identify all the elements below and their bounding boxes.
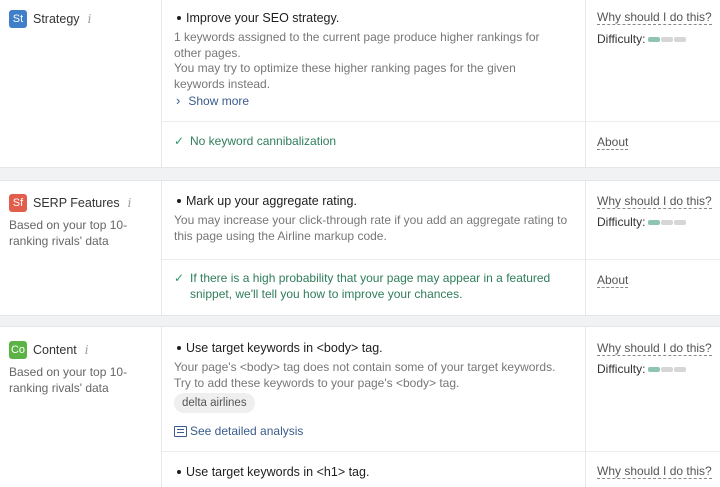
recommendation-description: Your page's <body> tag does not contain … [174,360,556,390]
column-divider [585,181,586,315]
difficulty-bar [661,219,674,225]
difficulty-indicator: Difficulty: [597,32,687,46]
document-icon [174,425,187,437]
difficulty-bar [661,36,674,42]
content-badge: Co [9,340,27,359]
difficulty-label: Difficulty: [597,362,646,376]
show-more-label: Show more [188,93,250,108]
info-icon[interactable]: i [128,196,132,210]
category-content: Co Content i Based on your top 10-rankin… [9,340,159,396]
recommendation-h1-keywords: Use target keywords in <h1> tag. [174,464,569,480]
difficulty-bars [648,36,687,42]
serp-features-section: Sf SERP Features i Based on your top 10-… [0,181,720,315]
check-no-cannibalization: ✓ No keyword cannibalization [174,134,574,150]
category-strategy: St Strategy i [9,9,159,28]
checkmark-icon: ✓ [174,134,185,148]
difficulty-bar [674,366,687,372]
column-divider [161,327,162,487]
chevron-right-icon: › [176,93,181,108]
show-more-button[interactable]: › Show more [176,93,249,108]
check-text: No keyword cannibalization [190,134,337,148]
difficulty-bar [648,366,661,372]
difficulty-bar [674,36,687,42]
bullet-icon [177,469,181,474]
column-divider [161,181,162,315]
see-detailed-analysis-link[interactable]: See detailed analysis [174,424,303,438]
recommendation-title: Use target keywords in <body> tag. [174,340,569,356]
serp-badge: Sf [9,193,27,212]
row-divider [162,121,720,122]
why-do-this-link[interactable]: Why should I do this? [597,10,712,25]
difficulty-indicator: Difficulty: [597,215,687,229]
recommendation-improve-seo: Improve your SEO strategy. 1 keywords as… [174,10,569,92]
column-divider [161,0,162,167]
why-do-this-link[interactable]: Why should I do this? [597,464,712,479]
category-title: Content [33,342,77,357]
difficulty-label: Difficulty: [597,215,646,229]
keyword-chip: delta airlines [174,393,255,413]
about-link[interactable]: About [597,135,629,150]
check-featured-snippet: ✓ If there is a high probability that yo… [174,271,579,302]
content-section: Co Content i Based on your top 10-rankin… [0,327,720,487]
recommendation-body-keywords: Use target keywords in <body> tag. Your … [174,340,569,391]
recommendation-title: Use target keywords in <h1> tag. [174,464,569,480]
why-do-this-link[interactable]: Why should I do this? [597,194,712,209]
difficulty-bar [648,36,661,42]
strategy-section: St Strategy i Improve your SEO strategy.… [0,0,720,167]
row-divider [162,451,720,452]
difficulty-bar [674,219,687,225]
difficulty-bars [648,219,687,225]
strategy-badge: St [9,9,27,28]
recommendation-description: You may increase your click-through rate… [174,213,568,243]
difficulty-bar [648,219,661,225]
recommendation-description: 1 keywords assigned to the current page … [174,30,540,91]
category-title: Strategy [33,11,80,26]
difficulty-bars [648,366,687,372]
check-text: If there is a high probability that your… [190,271,551,301]
section-separator [0,315,720,327]
section-separator [0,167,720,181]
category-serp-features: Sf SERP Features i Based on your top 10-… [9,193,159,249]
category-subtitle: Based on your top 10-ranking rivals' dat… [9,218,128,248]
bullet-icon [177,15,181,20]
recommendation-aggregate-rating: Mark up your aggregate rating. You may i… [174,193,569,244]
difficulty-indicator: Difficulty: [597,362,687,376]
category-title: SERP Features [33,195,120,210]
recommendation-title: Mark up your aggregate rating. [174,193,569,209]
checkmark-icon: ✓ [174,271,185,285]
column-divider [585,0,586,167]
bullet-icon [177,345,181,350]
column-divider [585,327,586,487]
info-icon[interactable]: i [88,12,92,26]
row-divider [162,259,720,260]
about-link[interactable]: About [597,273,629,288]
category-subtitle: Based on your top 10-ranking rivals' dat… [9,365,128,395]
why-do-this-link[interactable]: Why should I do this? [597,341,712,356]
link-label: See detailed analysis [190,424,304,438]
difficulty-bar [661,366,674,372]
difficulty-label: Difficulty: [597,32,646,46]
bullet-icon [177,198,181,203]
recommendation-title: Improve your SEO strategy. [174,10,569,26]
info-icon[interactable]: i [85,343,89,357]
